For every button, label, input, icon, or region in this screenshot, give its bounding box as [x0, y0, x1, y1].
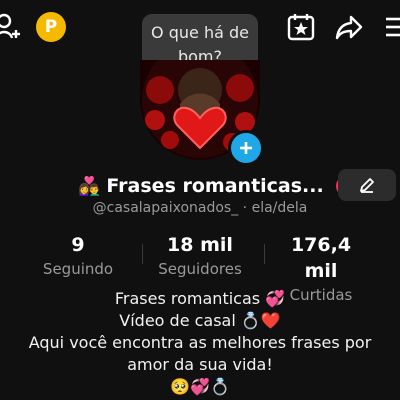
bio-line: Aqui você encontra as melhores frases po… [28, 333, 372, 352]
share-icon[interactable] [334, 12, 364, 42]
coins-badge-icon[interactable]: P [36, 12, 66, 42]
stat-divider [142, 244, 143, 264]
profile-name: Frases romanticas... [106, 175, 324, 197]
bio-line: 🥺💞💍 [170, 377, 230, 396]
pencil-icon [360, 178, 374, 193]
separator-dot: · [242, 200, 252, 216]
profile-name-row: 👩‍❤️‍👨 Frases romanticas... 8 [78, 172, 356, 200]
following-label: Seguindo [42, 260, 114, 278]
following-count: 9 [71, 234, 85, 256]
followers-count: 18 mil [167, 234, 233, 256]
stat-following[interactable]: 9 Seguindo [38, 232, 118, 280]
couple-emoji: 👩‍❤️‍👨 [78, 175, 101, 197]
edit-profile-button[interactable] [338, 169, 396, 201]
followers-label: Seguidores [158, 260, 242, 278]
profile-bio: Frases romanticas 💞 Vídeo de casal 💍❤️ A… [0, 288, 400, 398]
add-avatar-button[interactable] [228, 130, 264, 166]
pronouns: ela/dela [251, 200, 308, 216]
bio-line: Vídeo de casal 💍❤️ [119, 311, 281, 330]
calendar-star-icon[interactable] [286, 12, 316, 42]
handle-row: @casalapaixonados_ · ela/dela [0, 200, 400, 216]
username-handle[interactable]: @casalapaixonados_ [93, 200, 239, 216]
stat-followers[interactable]: 18 mil Seguidores [152, 232, 248, 280]
bio-line: Frases romanticas 💞 [114, 289, 286, 308]
bio-line: amor da sua vida! [127, 355, 273, 374]
stat-divider [264, 244, 265, 264]
likes-count: 176,4 mil [290, 234, 352, 282]
plus-icon [240, 142, 252, 154]
add-user-icon[interactable] [0, 12, 24, 42]
menu-icon[interactable] [382, 14, 400, 40]
